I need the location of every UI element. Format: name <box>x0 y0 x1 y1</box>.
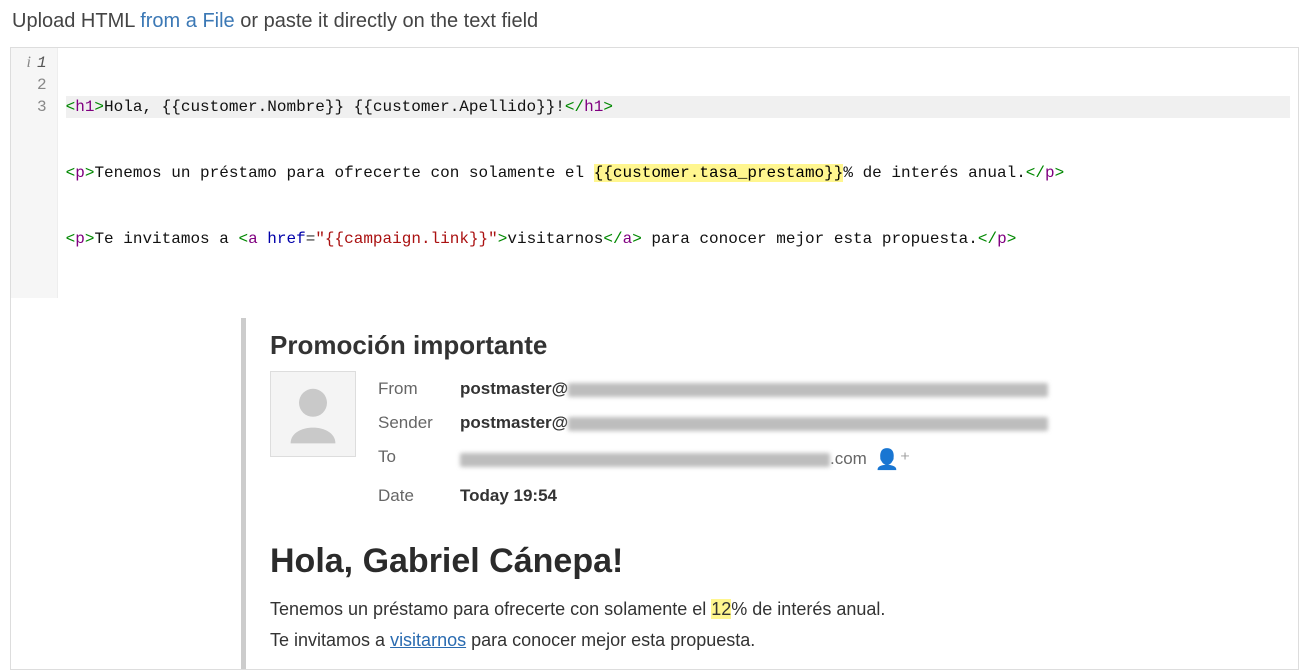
date-value: Today 19:54 <box>460 480 1062 512</box>
code-line-3[interactable]: <p>Te invitamos a <a href="{{campaign.li… <box>66 228 1290 250</box>
code-editor[interactable]: i1 i2 i3 <h1>Hola, {{customer.Nombre}} {… <box>10 47 1299 670</box>
from-value: postmaster@ <box>460 379 568 398</box>
avatar <box>270 371 356 457</box>
page-instruction: Upload HTML from a File or paste it dire… <box>0 0 1309 47</box>
sender-value: postmaster@ <box>460 413 568 432</box>
gutter-line-1: 1 <box>37 54 47 72</box>
redacted-text <box>568 417 1048 431</box>
gutter-line-3: 3 <box>37 98 47 116</box>
table-row: Sender postmaster@ <box>378 407 1062 439</box>
sender-label: Sender <box>378 407 458 439</box>
instruction-suffix: or paste it directly on the text field <box>235 10 539 32</box>
instruction-prefix: Upload HTML <box>12 10 140 32</box>
date-label: Date <box>378 480 458 512</box>
gutter-line-2: 2 <box>37 76 47 94</box>
redacted-text <box>568 383 1048 397</box>
code-line-2[interactable]: <p>Tenemos un préstamo para ofrecerte co… <box>66 162 1290 184</box>
visit-link[interactable]: visitarnos <box>390 630 466 650</box>
email-preview: Promoción importante From postmaster@ Se… <box>241 318 1241 669</box>
code-area[interactable]: <h1>Hola, {{customer.Nombre}} {{customer… <box>58 48 1298 298</box>
to-value: .com👤⁺ <box>460 441 1062 478</box>
upload-file-link[interactable]: from a File <box>140 10 234 32</box>
email-body-p2: Te invitamos a visitarnos para conocer m… <box>270 630 1241 651</box>
info-icon: i <box>17 52 31 74</box>
person-icon <box>278 379 348 449</box>
editor-gutter: i1 i2 i3 <box>11 48 58 298</box>
email-body-p1: Tenemos un préstamo para ofrecerte con s… <box>270 599 1241 620</box>
table-row: From postmaster@ <box>378 373 1062 405</box>
to-label: To <box>378 441 458 478</box>
email-subject: Promoción importante <box>270 330 1241 361</box>
email-headers-table: From postmaster@ Sender postmaster@ To .… <box>376 371 1064 514</box>
table-row: To .com👤⁺ <box>378 441 1062 478</box>
code-line-1[interactable]: <h1>Hola, {{customer.Nombre}} {{customer… <box>66 96 1290 118</box>
redacted-text <box>460 453 830 467</box>
email-body-heading: Hola, Gabriel Cánepa! <box>270 542 1241 581</box>
table-row: Date Today 19:54 <box>378 480 1062 512</box>
from-label: From <box>378 373 458 405</box>
interest-rate-value: 12 <box>711 599 731 619</box>
add-contact-icon[interactable]: 👤⁺ <box>875 449 910 471</box>
